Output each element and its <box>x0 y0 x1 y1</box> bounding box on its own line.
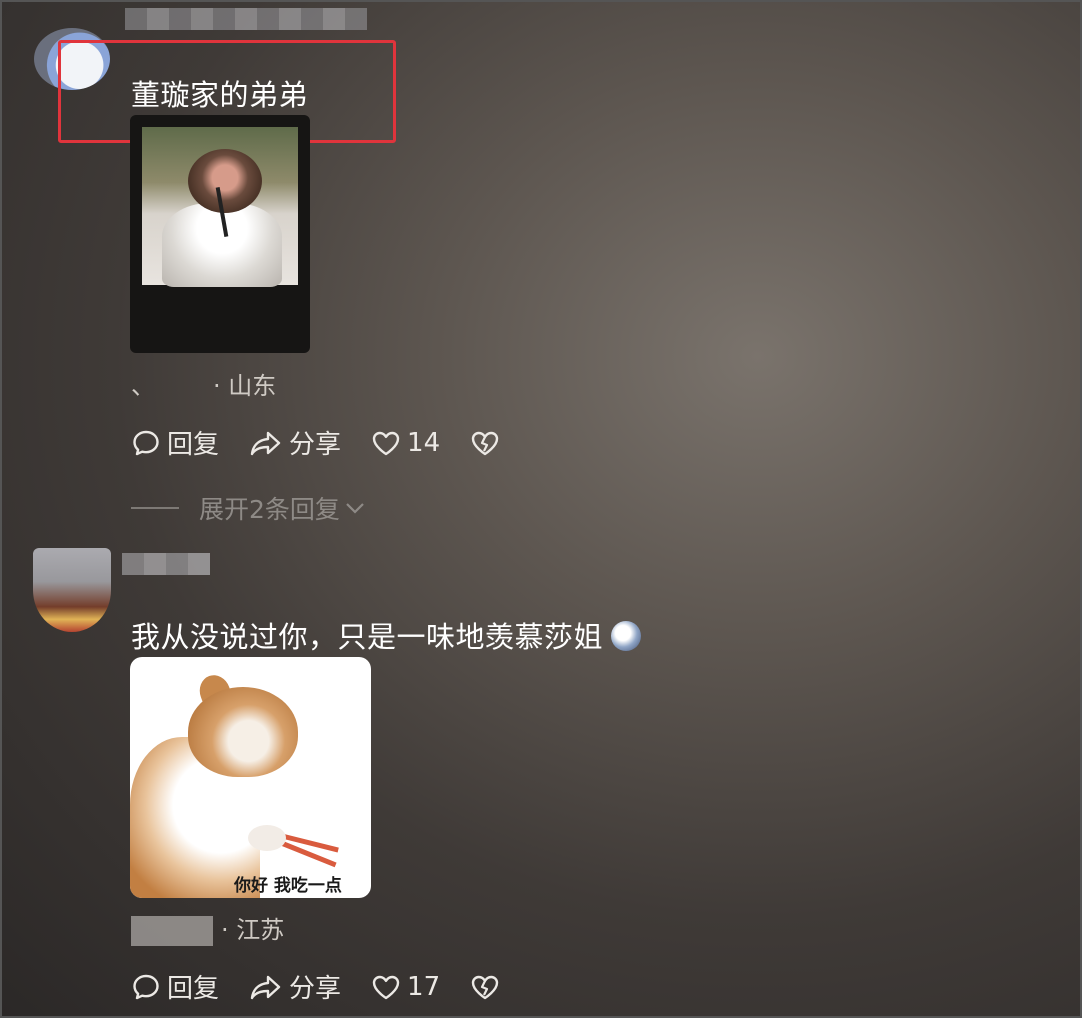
chevron-down-icon <box>346 503 364 514</box>
reply-label: 回复 <box>167 974 220 1004</box>
divider-line <box>131 507 179 509</box>
share-arrow-icon <box>250 975 281 999</box>
share-button[interactable]: 分享 <box>249 968 341 1005</box>
reply-icon <box>133 974 159 999</box>
share-arrow-icon <box>250 431 281 455</box>
share-label: 分享 <box>289 430 342 460</box>
cat-paw-image <box>248 825 286 851</box>
heart-icon <box>372 975 400 999</box>
location-label: · 江苏 <box>221 916 285 944</box>
meta-prefix: 、 <box>131 372 143 400</box>
broken-heart-icon <box>471 431 499 455</box>
expand-replies[interactable]: 展开2条回复 <box>131 490 366 526</box>
share-label: 分享 <box>289 974 342 1004</box>
like-button[interactable]: 17 <box>371 972 440 1002</box>
expand-replies-label: 展开2条回复 <box>199 495 340 524</box>
avatar[interactable] <box>33 548 111 632</box>
video-attachment[interactable] <box>130 115 310 353</box>
dislike-button[interactable] <box>470 429 506 457</box>
like-count: 17 <box>407 971 441 1002</box>
comment-meta: · 江苏 <box>131 910 284 946</box>
reply-button[interactable]: 回复 <box>131 424 219 461</box>
reply-icon <box>133 430 159 455</box>
reply-label: 回复 <box>167 430 220 460</box>
location-label: · 山东 <box>213 372 277 400</box>
monkey-head-image <box>188 149 262 213</box>
like-count: 14 <box>407 427 441 458</box>
blurred-date <box>131 916 213 946</box>
comment-meta: 、 · 山东 <box>131 366 276 401</box>
video-thumbnail <box>142 127 298 287</box>
comment-text-content: 我从没说过你，只是一味地羡慕莎姐 <box>131 620 604 654</box>
comment-actions: 回复 分享 17 <box>131 968 536 1005</box>
cat-head-image <box>188 687 298 777</box>
username-blurred[interactable] <box>125 8 367 30</box>
comment-text: 我从没说过你，只是一味地羡慕莎姐 <box>131 614 642 656</box>
broken-heart-icon <box>471 975 499 999</box>
comment-actions: 回复 分享 14 <box>131 424 536 461</box>
sticker-attachment[interactable]: 你好 我吃一点 <box>130 657 371 898</box>
username-blurred[interactable] <box>122 553 210 575</box>
reply-button[interactable]: 回复 <box>131 968 219 1005</box>
share-button[interactable]: 分享 <box>249 424 341 461</box>
like-button[interactable]: 14 <box>371 428 440 458</box>
emoji-icon <box>611 621 642 651</box>
sticker-caption: 你好 我吃一点 <box>234 876 342 896</box>
dislike-button[interactable] <box>470 973 506 1001</box>
comment-text: 董璇家的弟弟 <box>131 78 309 112</box>
heart-icon <box>372 431 400 455</box>
